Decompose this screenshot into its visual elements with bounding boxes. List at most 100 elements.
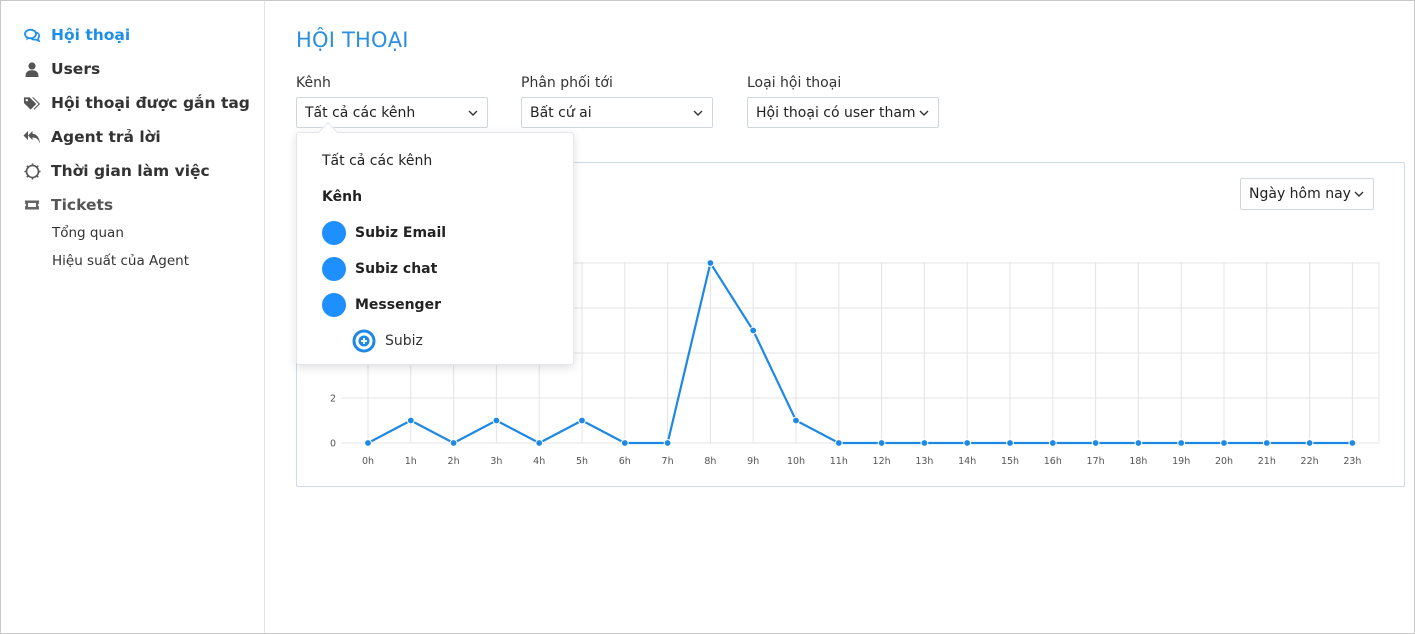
data-point	[492, 416, 501, 425]
dropdown-option-subiz-email[interactable]: Subiz Email	[322, 221, 446, 245]
sidebar-item-label: Agent trả lời	[51, 128, 161, 146]
assignee-select-value: Bất cứ ai	[530, 104, 592, 121]
channel-name: Subiz chat	[355, 261, 438, 277]
sidebar-subitem-overview[interactable]: Tổng quan	[52, 225, 124, 241]
main-content: HỘI THOẠI Kênh Phân phối tới Loại hội th…	[266, 1, 1413, 633]
sidebar-item-label: Users	[51, 60, 101, 78]
type-filter-label: Loại hội thoại	[747, 75, 842, 91]
x-tick-label: 3h	[490, 456, 502, 467]
sidebar: Hội thoại Users Hội thoại được gắn tag A…	[1, 1, 265, 633]
data-point	[449, 439, 458, 447]
dropdown-option-subiz[interactable]: Subiz	[352, 329, 423, 353]
chevron-down-icon	[1353, 188, 1365, 200]
data-point	[963, 439, 972, 447]
data-point	[578, 416, 586, 425]
channel-avatar-icon	[322, 257, 346, 281]
chevron-down-icon	[918, 107, 930, 119]
x-tick-label: 15h	[1001, 456, 1019, 467]
data-point	[1220, 439, 1228, 447]
data-point	[620, 439, 629, 447]
date-range-select[interactable]: Ngày hôm nay	[1240, 178, 1374, 210]
channel-dropdown-menu: Tất cả các kênh Kênh Subiz Email Subiz c…	[296, 122, 574, 365]
sidebar-section-label: Tickets	[51, 196, 114, 214]
x-tick-label: 2h	[448, 456, 460, 467]
sidebar-item-agent-reply[interactable]: Agent trả lời	[23, 125, 161, 149]
data-point	[749, 326, 758, 335]
channel-filter-label: Kênh	[296, 75, 331, 91]
x-tick-label: 0h	[362, 456, 374, 467]
x-tick-label: 23h	[1343, 456, 1361, 467]
x-tick-label: 5h	[576, 456, 588, 467]
x-tick-label: 18h	[1129, 456, 1147, 467]
conversation-type-select[interactable]: Hội thoại có user tham ...	[747, 97, 939, 128]
data-point	[364, 439, 372, 447]
tags-icon	[23, 94, 41, 112]
sidebar-section-tickets[interactable]: Tickets	[23, 193, 113, 217]
channel-avatar-icon	[322, 293, 346, 317]
x-tick-label: 22h	[1301, 456, 1319, 467]
y-tick-label: 0	[330, 439, 336, 450]
reply-all-icon	[23, 128, 41, 146]
data-point	[706, 259, 715, 267]
data-point	[535, 439, 544, 447]
user-icon	[23, 60, 41, 78]
data-point	[1348, 439, 1357, 447]
date-range-value: Ngày hôm nay	[1249, 186, 1351, 202]
x-tick-label: 20h	[1215, 456, 1233, 467]
sidebar-item-hoi-thoai[interactable]: Hội thoại	[23, 23, 130, 47]
chevron-down-icon	[692, 107, 704, 119]
data-point	[920, 439, 929, 447]
data-point	[1305, 439, 1314, 447]
sidebar-item-working-time[interactable]: Thời gian làm việc	[23, 159, 210, 183]
clock-icon	[23, 162, 41, 180]
ticket-icon	[23, 196, 41, 214]
sidebar-item-users[interactable]: Users	[23, 57, 100, 81]
x-tick-label: 17h	[1087, 456, 1105, 467]
x-tick-label: 4h	[533, 456, 545, 467]
x-tick-label: 19h	[1172, 456, 1190, 467]
data-point	[792, 416, 800, 425]
channel-name: Subiz Email	[355, 225, 447, 241]
channel-name: Messenger	[355, 297, 441, 313]
x-tick-label: 7h	[662, 456, 674, 467]
x-tick-label: 9h	[747, 456, 759, 467]
chat-bubbles-icon	[23, 26, 41, 44]
data-point	[1134, 439, 1143, 447]
dropdown-option-messenger[interactable]: Messenger	[322, 293, 441, 317]
subiz-plus-icon	[352, 329, 376, 353]
data-point	[406, 416, 415, 425]
page-title: HỘI THOẠI	[296, 28, 409, 52]
x-tick-label: 6h	[619, 456, 631, 467]
assignee-select[interactable]: Bất cứ ai	[521, 97, 713, 128]
data-point	[834, 439, 843, 447]
sidebar-item-tagged[interactable]: Hội thoại được gắn tag	[23, 91, 250, 115]
dropdown-option-all-channels[interactable]: Tất cả các kênh	[322, 153, 432, 169]
data-point	[877, 439, 886, 447]
channel-avatar-icon	[322, 221, 346, 245]
y-tick-label: 2	[330, 394, 336, 405]
sidebar-item-label: Thời gian làm việc	[51, 162, 210, 180]
data-point	[663, 439, 672, 447]
x-tick-label: 14h	[958, 456, 976, 467]
dropdown-group-label: Kênh	[322, 189, 363, 205]
x-tick-label: 11h	[830, 456, 848, 467]
dropdown-option-subiz-chat[interactable]: Subiz chat	[322, 257, 437, 281]
sidebar-item-label: Hội thoại được gắn tag	[51, 94, 250, 112]
data-point	[1006, 439, 1014, 447]
chevron-down-icon	[467, 107, 479, 119]
x-tick-label: 1h	[405, 456, 417, 467]
sidebar-item-label: Hội thoại	[51, 26, 131, 44]
x-tick-label: 21h	[1258, 456, 1276, 467]
x-tick-label: 10h	[787, 456, 805, 467]
conversation-type-value: Hội thoại có user tham ...	[756, 104, 918, 121]
x-tick-label: 16h	[1044, 456, 1062, 467]
sidebar-subitem-agent-performance[interactable]: Hiệu suất của Agent	[52, 253, 189, 269]
x-tick-label: 13h	[915, 456, 933, 467]
channel-select-value: Tất cả các kênh	[305, 104, 416, 121]
data-point	[1177, 439, 1186, 447]
x-tick-label: 12h	[873, 456, 891, 467]
data-point	[1048, 439, 1057, 447]
x-tick-label: 8h	[704, 456, 716, 467]
channel-name: Subiz	[385, 333, 423, 349]
data-point	[1262, 439, 1271, 447]
